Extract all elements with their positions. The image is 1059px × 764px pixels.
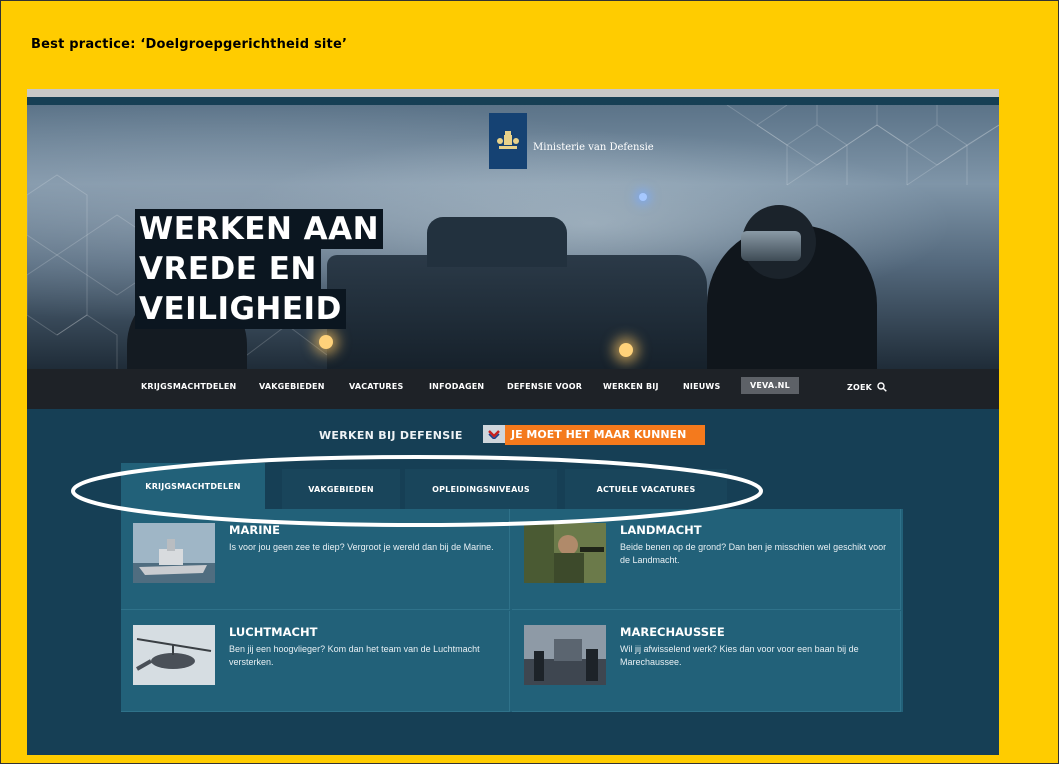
- vehicle-light: [619, 343, 633, 357]
- coat-of-arms-icon: [497, 131, 519, 149]
- search-button[interactable]: ZOEK: [847, 382, 887, 392]
- rijksoverheid-logo[interactable]: [489, 113, 527, 169]
- card-description: Beide benen op de grond? Dan ben je miss…: [620, 542, 887, 565]
- card-title: MARECHAUSSEE: [620, 625, 725, 639]
- search-label: ZOEK: [847, 383, 873, 392]
- marechaussee-image: [524, 625, 606, 685]
- card-description: Wil jij afwisselend werk? Kies dan voor …: [620, 644, 859, 667]
- hero-headline-line: VREDE EN: [135, 249, 321, 289]
- ministry-name: Ministerie van Defensie: [533, 142, 654, 153]
- main-navigation: KRIJGSMACHTDELEN VAKGEBIEDEN VACATURES I…: [27, 369, 999, 409]
- nav-item-vacatures[interactable]: VACATURES: [349, 382, 403, 391]
- tagline-left: WERKEN BIJ DEFENSIE: [319, 429, 463, 442]
- card-description: Ben jij een hoogvlieger? Kom dan het tea…: [229, 644, 480, 667]
- nav-item-krijgsmachtdelen[interactable]: KRIJGSMACHTDELEN: [141, 382, 236, 391]
- vehicle-turret: [427, 217, 567, 267]
- tagline-slogan: JE MOET HET MAAR KUNNEN: [505, 425, 705, 445]
- marine-ship-image: [133, 523, 215, 583]
- slide: Best practice: ‘Doelgroepgerichtheid sit…: [0, 0, 1059, 764]
- search-icon: [877, 382, 887, 392]
- tab-panel: MARINE Is voor jou geen zee te diep? Ver…: [121, 509, 903, 712]
- slide-title: Best practice: ‘Doelgroepgerichtheid sit…: [31, 37, 348, 52]
- nav-item-vakgebieden[interactable]: VAKGEBIEDEN: [259, 382, 325, 391]
- chevron-down-icon: [488, 430, 500, 439]
- highlight-ellipse: [71, 455, 763, 527]
- hero-banner: Ministerie van Defensie WERKEN AAN VREDE…: [27, 105, 999, 369]
- nav-item-defensie-voor[interactable]: DEFENSIE VOOR: [507, 382, 582, 391]
- card-title: LUCHTMACHT: [229, 625, 318, 639]
- nav-item-nieuws[interactable]: NIEUWS: [683, 382, 720, 391]
- nav-item-werken-bij[interactable]: WERKEN BIJ: [603, 382, 659, 391]
- luchtmacht-helicopter-image: [133, 625, 215, 685]
- card-luchtmacht[interactable]: LUCHTMACHT Ben jij een hoogvlieger? Kom …: [121, 611, 510, 712]
- vehicle-light: [319, 335, 333, 349]
- card-marechaussee[interactable]: MARECHAUSSEE Wil jij afwisselend werk? K…: [512, 611, 901, 712]
- card-description: Is voor jou geen zee te diep? Vergroot j…: [229, 542, 494, 552]
- hero-headline-line: VEILIGHEID: [135, 289, 346, 329]
- armored-vehicle: [327, 255, 707, 369]
- hero-headline-line: WERKEN AAN: [135, 209, 384, 249]
- nav-item-infodagen[interactable]: INFODAGEN: [429, 382, 484, 391]
- landmacht-soldier-image: [524, 523, 606, 583]
- dutch-flag-icon: [483, 425, 505, 443]
- helmet-visor: [741, 231, 801, 261]
- website-screenshot: Ministerie van Defensie WERKEN AAN VREDE…: [27, 89, 999, 755]
- blue-beacon-light: [639, 193, 647, 201]
- nav-item-veva[interactable]: VEVA.NL: [741, 377, 799, 394]
